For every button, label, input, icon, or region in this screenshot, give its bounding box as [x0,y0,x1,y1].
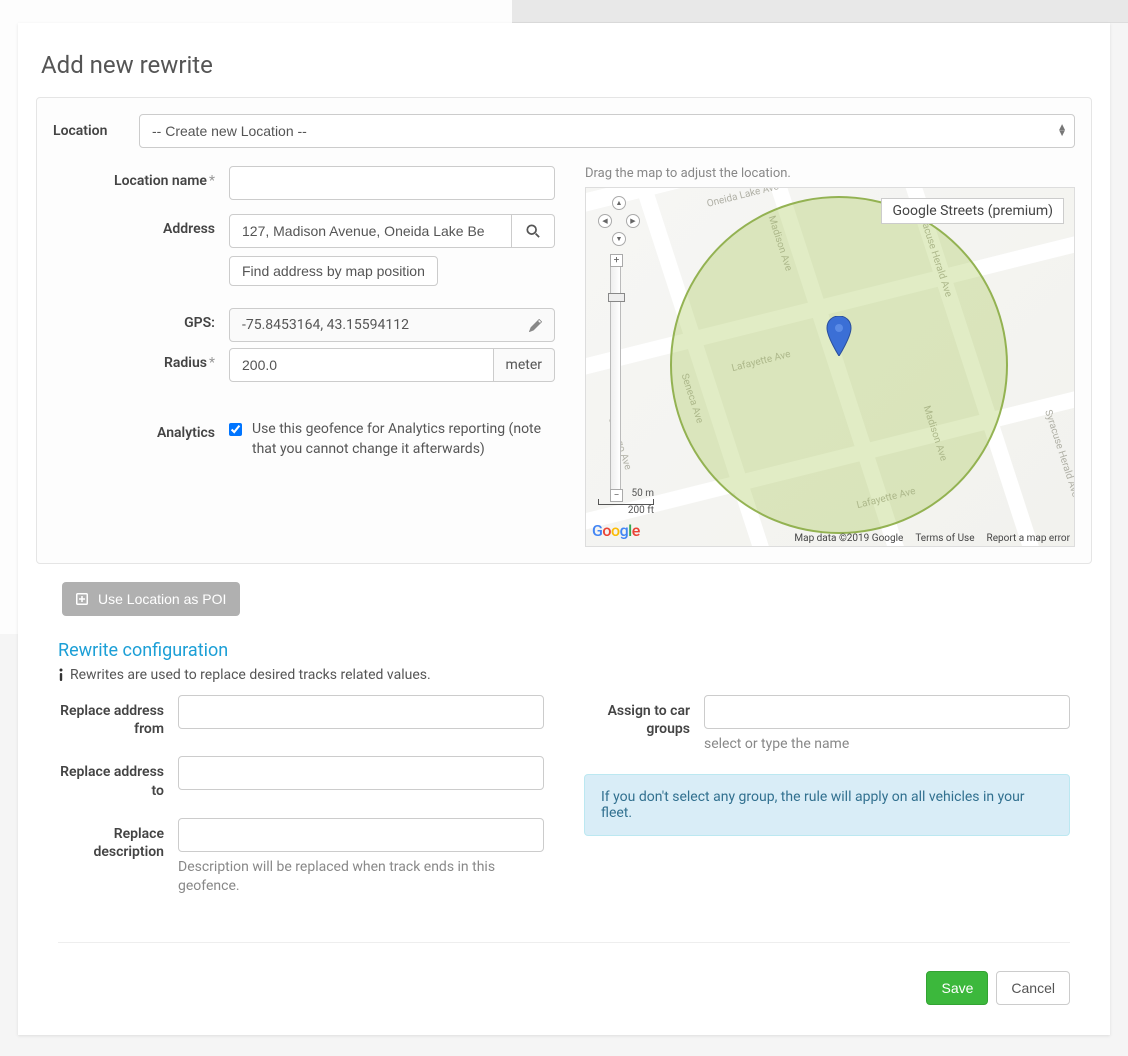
poi-button-label: Use Location as POI [98,591,226,607]
map-attrib-terms[interactable]: Terms of Use [915,533,974,544]
location-name-input[interactable] [229,166,555,200]
required-asterisk: * [209,173,215,189]
address-search-button[interactable] [512,214,555,248]
map-attribution: Map data ©2019 Google Terms of Use Repor… [794,533,1070,544]
replace-from-input[interactable] [178,695,544,729]
google-logo: Google [592,521,640,540]
location-label: Location [53,123,125,139]
gps-value-text: -75.8453164, 43.15594112 [242,317,409,333]
replace-from-label: Replace address from [58,695,178,738]
map-attrib-error[interactable]: Report a map error [987,533,1070,544]
radius-label: Radius [164,355,207,371]
page-title: Add new rewrite [18,23,1110,97]
assign-groups-input[interactable] [704,695,1070,729]
address-label: Address [163,221,215,237]
zoom-in-button[interactable]: + [610,254,623,267]
map-canvas[interactable]: Oneida Lake Ave Madison Ave Syracuse Her… [585,187,1075,547]
geofence-circle [670,196,1008,534]
address-input[interactable] [229,214,512,248]
location-name-label: Location name [114,173,207,189]
rewrite-config-title: Rewrite configuration [58,640,1070,661]
save-button[interactable]: Save [926,971,988,1005]
rewrite-config-section: Rewrite configuration Rewrites are used … [18,616,1110,914]
replace-desc-input[interactable] [178,818,544,852]
edit-icon [529,319,542,332]
add-rewrite-panel: Add new rewrite Location -- Create new L… [18,23,1110,1035]
location-section: Location -- Create new Location -- ▲▼ Lo… [36,97,1092,564]
find-address-button[interactable]: Find address by map position [229,256,438,286]
gps-value-display[interactable]: -75.8453164, 43.15594112 [229,308,555,342]
replace-to-input[interactable] [178,756,544,790]
plus-square-icon [76,593,88,605]
required-asterisk: * [209,355,215,371]
zoom-handle[interactable] [608,293,625,302]
replace-desc-help: Description will be replaced when track … [178,858,544,896]
map-layer-badge[interactable]: Google Streets (premium) [881,198,1064,224]
footer-actions: Save Cancel [18,943,1110,1015]
location-select[interactable]: -- Create new Location -- [139,114,1075,148]
pan-right-button[interactable]: ▶ [626,214,640,228]
search-icon [526,224,540,238]
assign-groups-help: select or type the name [704,735,1070,754]
map-attrib-data: Map data ©2019 Google [794,533,903,544]
pan-left-button[interactable]: ◀ [598,214,612,228]
drag-map-hint: Drag the map to adjust the location. [585,166,1075,181]
pan-up-button[interactable]: ▲ [612,196,626,210]
analytics-label: Analytics [157,425,215,441]
radius-input[interactable] [229,348,494,382]
replace-to-label: Replace address to [58,756,178,799]
rewrite-info-text: Rewrites are used to replace desired tra… [70,667,431,683]
info-icon [58,668,64,682]
use-location-as-poi-button[interactable]: Use Location as POI [62,582,240,616]
cancel-button[interactable]: Cancel [996,971,1070,1005]
analytics-text: Use this geofence for Analytics reportin… [252,420,555,459]
gps-label: GPS: [184,315,215,331]
map-scale: 50 m 200 ft [598,488,654,516]
replace-desc-label: Replace description [58,818,178,896]
map-marker-icon[interactable] [826,316,852,360]
zoom-slider-track[interactable]: + − [610,254,621,502]
map-pan-controls: ▲ ▼ ◀ ▶ [598,196,642,240]
location-select-row: Location -- Create new Location -- ▲▼ [53,114,1075,148]
assign-groups-label: Assign to car groups [584,695,704,754]
radius-unit-label: meter [494,348,555,382]
pan-down-button[interactable]: ▼ [612,232,626,246]
group-info-alert: If you don't select any group, the rule … [584,774,1070,836]
analytics-checkbox[interactable] [229,423,242,436]
